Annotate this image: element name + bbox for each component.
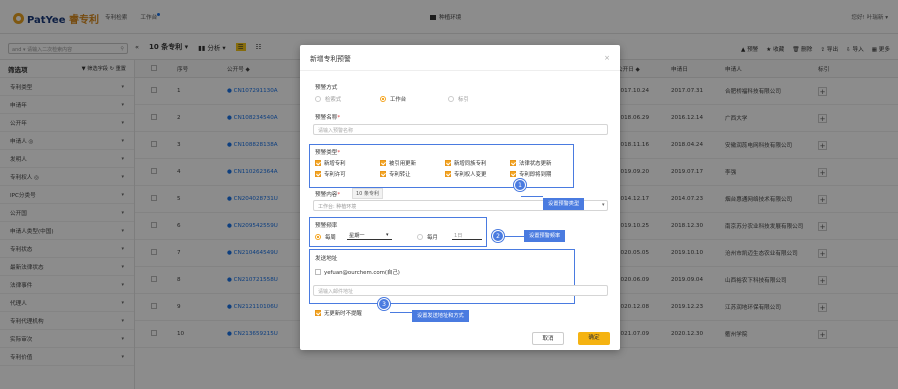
type-label-text: 预警类型 [315,150,338,156]
radio-selected-icon [380,96,386,102]
no-remind-checkbox[interactable]: 无更新时不提醒 [315,309,362,317]
callout-line-1 [521,196,543,197]
type-checkbox[interactable]: 新增专利 [315,159,346,167]
type-checkbox[interactable]: 被引用更新 [380,159,416,167]
radio-icon [448,96,454,102]
callout-label-3: 设置发送地址和方式 [412,310,469,322]
close-icon[interactable]: × [604,54,610,62]
checkbox-checked-icon [380,160,386,166]
type-checkbox-label: 专利转让 [389,172,411,178]
no-remind-label: 无更新时不提醒 [324,311,362,317]
method-radio-tag[interactable]: 标引 [448,95,469,103]
callout-badge-1: 1 [514,179,526,191]
content-tag[interactable]: 10 条专利 [352,188,383,199]
email-address-input[interactable]: 请输入邮件地址 [313,285,608,296]
dialog-title: 新增专利预警 [310,54,351,63]
chevron-down-icon: ▾ [386,232,389,238]
type-checkbox-label: 新增专利 [324,161,346,167]
type-checkbox[interactable]: 新增同族专利 [445,159,486,167]
month-day-select[interactable]: 1日 [452,231,482,240]
name-label: 预警名称* [315,115,341,121]
address-label: 发送地址 [315,256,338,262]
type-checkbox[interactable]: 专利权人变更 [445,170,486,178]
method-radio-workbench[interactable]: 工作台 [380,95,406,103]
frequency-weekly-radio[interactable]: 每周 [315,233,336,241]
content-label: 预警内容* [315,192,341,198]
dialog-header: 新增专利预警 × [300,45,620,71]
callout-badge-3: 3 [378,298,390,310]
callout-label-2: 设置预警频率 [524,230,566,242]
checkbox-checked-icon [315,171,321,177]
type-label: 预警类型* [315,150,341,156]
method-workbench-label: 工作台 [390,97,407,103]
type-checkbox-label: 专利权人变更 [454,172,487,178]
method-radio-query[interactable]: 检索式 [315,95,341,103]
type-checkbox-label: 被引用更新 [389,161,416,167]
checkbox-checked-icon [315,160,321,166]
type-checkbox-label: 法律状态更新 [519,161,552,167]
chevron-down-icon[interactable]: ▾ [602,202,605,208]
self-email-checkbox[interactable]: yefuan@ourchem.com(自己) [315,268,400,276]
content-label-text: 预警内容 [315,192,338,198]
self-email-label: yefuan@ourchem.com(自己) [324,270,400,276]
type-checkbox-label: 新增同族专利 [454,161,487,167]
type-checkbox[interactable]: 专利即将到期 [510,170,551,178]
checkbox-icon [315,269,321,275]
checkbox-checked-icon [510,160,516,166]
frequency-monthly-label: 每月 [427,235,438,241]
method-tag-label: 标引 [458,97,469,103]
callout-badge-2: 2 [492,230,504,242]
checkbox-checked-icon [380,171,386,177]
checkbox-checked-icon [445,160,451,166]
method-label: 预警方式 [315,85,338,91]
alert-name-input[interactable]: 请输入预警名称 [313,124,608,135]
name-label-text: 预警名称 [315,115,338,121]
radio-icon [315,96,321,102]
type-checkbox-label: 专利即将到期 [519,172,552,178]
type-checkbox[interactable]: 专利转让 [380,170,411,178]
frequency-weekly-label: 每周 [325,235,336,241]
type-checkbox[interactable]: 专利许可 [315,170,346,178]
cancel-button[interactable]: 取消 [532,332,564,345]
checkbox-checked-icon [315,310,321,316]
radio-icon [417,234,423,240]
method-query-label: 检索式 [325,97,342,103]
type-checkbox-label: 专利许可 [324,172,346,178]
callout-line-2 [504,236,524,237]
callout-label-1: 设置预警类型 [543,198,585,210]
frequency-label: 预警频率 [315,223,338,229]
checkbox-checked-icon [510,171,516,177]
checkbox-checked-icon [445,171,451,177]
frequency-monthly-radio[interactable]: 每月 [417,233,438,241]
radio-selected-icon [315,234,321,240]
callout-line-3 [390,312,412,313]
confirm-button[interactable]: 确定 [578,332,610,345]
type-checkbox[interactable]: 法律状态更新 [510,159,551,167]
